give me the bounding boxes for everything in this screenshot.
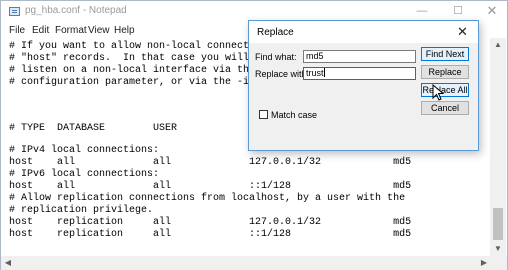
match-case-checkbox[interactable]	[259, 110, 268, 119]
maximize-button[interactable]: ☐	[441, 1, 475, 21]
notepad-icon	[9, 7, 20, 16]
editor-line: # If you want to allow non-local connect…	[9, 41, 280, 52]
menu-view[interactable]: View	[88, 25, 110, 36]
editor-line: # "host" records. In that case you will …	[9, 53, 280, 64]
vertical-scroll-thumb[interactable]	[493, 208, 503, 240]
editor-line: # IPv4 local connections:	[9, 145, 160, 156]
menu-format[interactable]: Format	[55, 25, 87, 36]
editor-line: # configuration parameter, or via the -i…	[9, 77, 286, 88]
editor-line: host replication all 127.0.0.1/32 md5	[9, 217, 412, 228]
editor-line: # listen on a non-local interface via th…	[9, 65, 286, 76]
editor-line: host all all ::1/128 md5	[9, 181, 412, 192]
window-title: pg_hba.conf - Notepad	[25, 5, 127, 16]
dialog-title: Replace	[257, 27, 294, 38]
menu-edit[interactable]: Edit	[32, 25, 49, 36]
replace-with-label: Replace with:	[255, 69, 310, 79]
scroll-left-arrow-icon[interactable]: ◀	[1, 256, 15, 270]
cancel-button[interactable]: Cancel	[421, 101, 469, 115]
editor-line: host all all 127.0.0.1/32 md5	[9, 157, 412, 168]
mouse-pointer-icon	[432, 84, 445, 101]
scroll-right-arrow-icon[interactable]: ▶	[477, 256, 491, 270]
editor-line: # replication privilege.	[9, 205, 154, 216]
editor-line: # TYPE DATABASE USER ADDRES	[9, 123, 286, 134]
match-case-label: Match case	[271, 110, 318, 120]
replace-with-value: trust	[306, 68, 324, 78]
scroll-up-arrow-icon[interactable]: ▲	[490, 38, 506, 52]
editor-line: host replication all ::1/128 md5	[9, 229, 412, 240]
text-caret	[323, 68, 325, 77]
minimize-button[interactable]: —	[405, 1, 439, 21]
menu-help[interactable]: Help	[114, 25, 135, 36]
close-button[interactable]: ✕	[475, 1, 508, 21]
replace-button[interactable]: Replace	[421, 65, 469, 79]
replace-with-input[interactable]: trust	[303, 67, 416, 80]
dialog-close-button[interactable]: ✕	[457, 24, 468, 40]
find-what-label: Find what:	[255, 52, 297, 62]
size-grip[interactable]	[491, 256, 507, 270]
scroll-down-arrow-icon[interactable]: ▼	[490, 242, 506, 256]
vertical-scrollbar[interactable]: ▲ ▼	[490, 38, 506, 256]
title-bar[interactable]: pg_hba.conf - Notepad — ☐ ✕	[1, 1, 507, 21]
find-what-value: md5	[306, 51, 324, 61]
dialog-title-bar[interactable]: Replace ✕	[249, 21, 478, 43]
editor-line: # IPv6 local connections:	[9, 169, 160, 180]
find-what-input[interactable]: md5	[303, 50, 416, 63]
find-next-button[interactable]: Find Next	[421, 47, 469, 61]
menu-file[interactable]: File	[9, 25, 25, 36]
editor-line: # Allow replication connections from loc…	[9, 193, 406, 204]
horizontal-scrollbar[interactable]: ◀ ▶	[1, 256, 491, 270]
